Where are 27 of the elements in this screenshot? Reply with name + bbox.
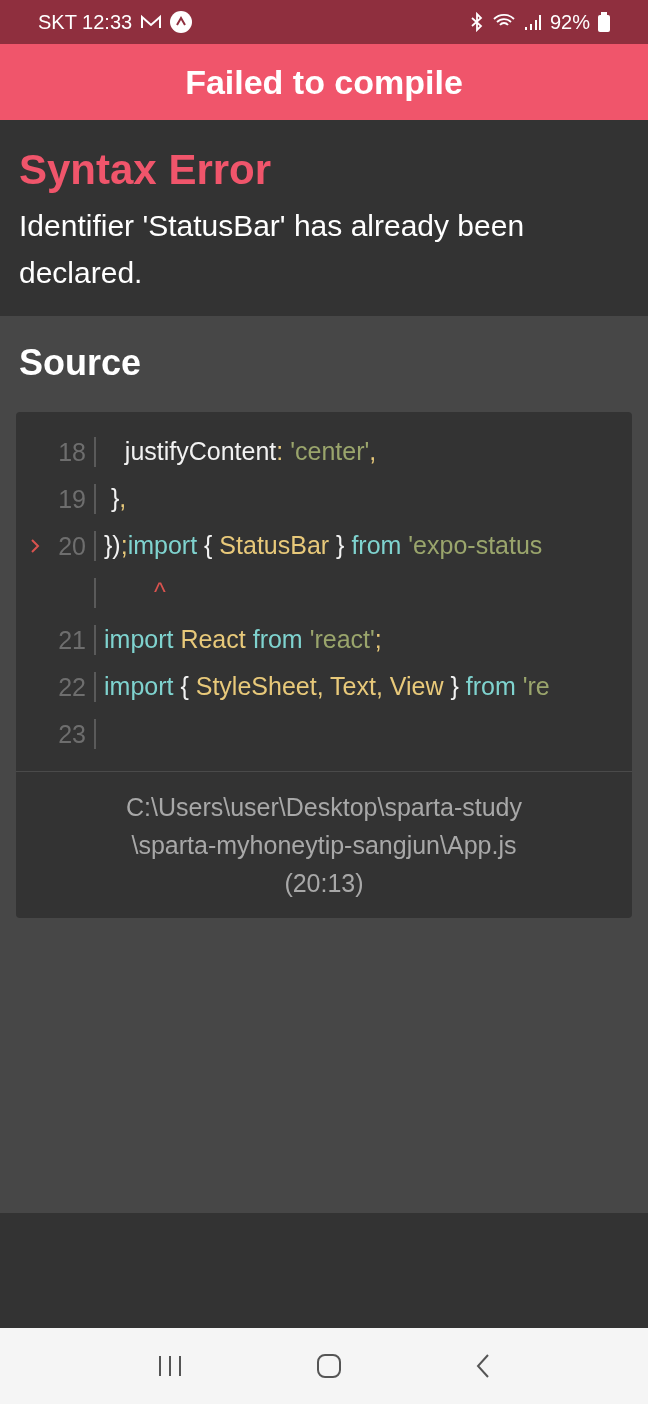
source-title: Source <box>18 341 143 385</box>
line-number: 21 <box>58 625 86 654</box>
file-location: C:\Users\user\Desktop\sparta-study \sparta-myhoneytip-sangjun\App.js (20:13) <box>126 792 522 899</box>
line-number: 20 <box>58 531 86 560</box>
error-title: Syntax Error <box>19 145 273 195</box>
carrier-time: SKT 12:33 <box>38 10 133 35</box>
back-icon[interactable] <box>475 1353 492 1379</box>
code-text: justifyContent: 'center', <box>123 436 377 465</box>
error-caret: ^ <box>153 577 166 606</box>
bluetooth-icon <box>469 12 484 32</box>
home-icon[interactable] <box>316 1353 342 1379</box>
battery-icon <box>598 12 610 32</box>
recent-apps-icon[interactable] <box>156 1354 183 1378</box>
signal-icon <box>523 13 542 31</box>
code-text: import { StyleSheet, Text, View } from 're <box>104 671 550 700</box>
header-title: Failed to compile <box>185 61 463 103</box>
code-text: }, <box>109 483 127 512</box>
code-text: import React from 'react'; <box>104 624 382 653</box>
line-number: 22 <box>58 672 86 701</box>
code-text: });import { StatusBar } from 'expo-status <box>104 530 543 559</box>
line-number: 18 <box>58 437 86 466</box>
battery-percent: 92% <box>549 10 590 35</box>
error-message: Identifier 'StatusBar' has already been declared. <box>19 208 526 291</box>
line-number: 19 <box>58 484 86 513</box>
mail-icon <box>140 14 163 30</box>
app-icon <box>170 11 193 33</box>
line-number: 23 <box>58 719 86 748</box>
